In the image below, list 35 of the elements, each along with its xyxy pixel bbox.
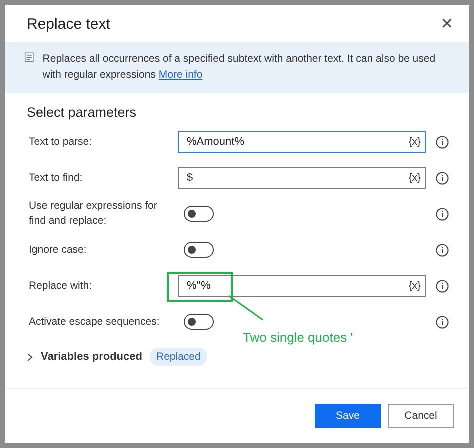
field-label: Use regular expressions for find and replace: — [29, 199, 158, 229]
info-icon[interactable] — [436, 208, 449, 220]
highlight-box — [167, 272, 233, 302]
close-button[interactable]: × — [437, 14, 457, 34]
field-label: Activate escape sequences: — [29, 314, 161, 330]
toggle-switch[interactable] — [184, 314, 214, 330]
annotation-text: Two single quotes ' — [243, 330, 354, 345]
info-icon[interactable] — [436, 136, 449, 148]
text-input[interactable]: $ {x} — [178, 167, 426, 189]
field-label: Text to parse: — [29, 134, 94, 150]
text-icon — [25, 51, 34, 64]
field-label: Text to find: — [29, 170, 84, 186]
field-label: Replace with: — [29, 278, 94, 294]
variable-chip: Replaced — [150, 348, 207, 366]
variable-button[interactable]: {x} — [408, 136, 421, 148]
toggle-switch[interactable] — [184, 242, 214, 258]
more-info-link[interactable]: More info — [158, 69, 203, 81]
info-icon[interactable] — [436, 316, 449, 328]
dialog-title: Replace text — [27, 16, 110, 32]
field-label: Ignore case: — [29, 242, 88, 258]
cancel-button[interactable]: Cancel — [388, 404, 454, 428]
info-icon[interactable] — [436, 280, 449, 292]
variables-label: Variables produced — [41, 351, 142, 363]
description-text: Replaces all occurrences of a specified subtext with another text. It can also be used with regular expressions More info — [42, 52, 437, 83]
info-icon[interactable] — [436, 172, 449, 184]
save-button[interactable]: Save — [315, 404, 381, 428]
variable-button[interactable]: {x} — [408, 280, 421, 292]
info-icon[interactable] — [436, 244, 449, 256]
variable-button[interactable]: {x} — [408, 172, 421, 184]
annotation-line — [228, 295, 264, 321]
section-title: Select parameters — [26, 104, 138, 122]
text-input[interactable]: %''% {x} — [178, 275, 426, 297]
toggle-switch[interactable] — [184, 206, 214, 222]
chevron-icon[interactable] — [27, 352, 33, 362]
text-input[interactable]: %Amount% {x} — [178, 131, 426, 153]
